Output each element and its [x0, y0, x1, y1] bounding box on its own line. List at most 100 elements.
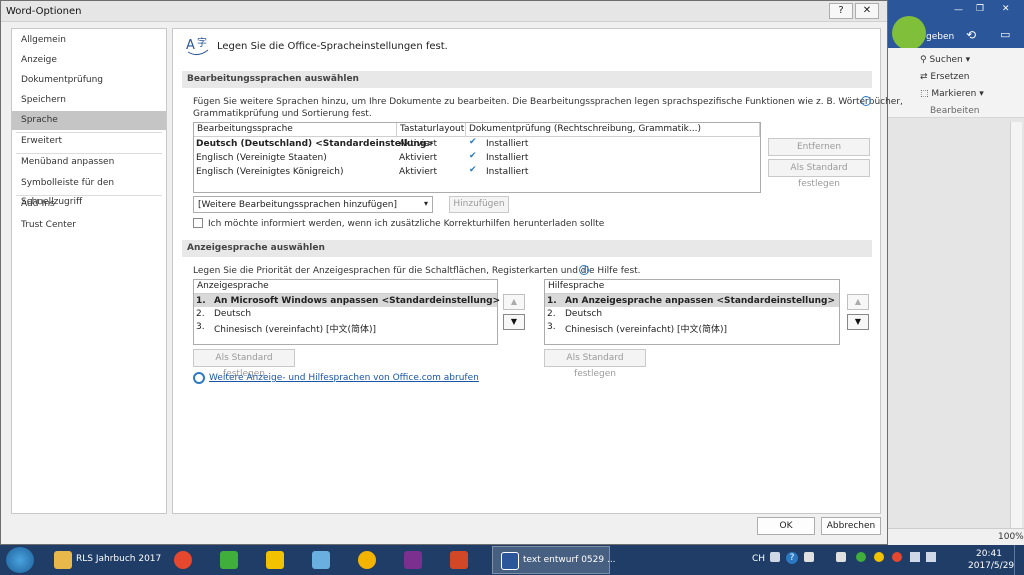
- dialog-title: Word-Optionen: [6, 6, 82, 17]
- display-language-list[interactable]: Anzeigesprache 1. An Microsoft Windows a…: [193, 279, 500, 345]
- replace-icon: ⇄: [920, 72, 931, 82]
- nav-item-schnellzugriff[interactable]: Symbolleiste für den Schnellzugriff: [12, 174, 166, 207]
- taskbar-app-word[interactable]: text entwurf 0529 ...: [492, 546, 616, 574]
- list-item[interactable]: 1. An Anzeigesprache anpassen <Standarde…: [545, 294, 839, 307]
- taskbar-app-label: RLS Jahrbuch 2017: [76, 554, 162, 564]
- help-list-header: Hilfesprache: [545, 280, 839, 294]
- history-icon[interactable]: ⟲: [966, 28, 976, 42]
- taskbar-app-parrot[interactable]: [212, 546, 252, 574]
- table-row[interactable]: Englisch (Vereinigte Staaten) Aktiviert …: [194, 151, 760, 165]
- ok-button[interactable]: OK: [757, 517, 815, 535]
- nav-item-anzeige[interactable]: Anzeige: [12, 51, 166, 70]
- add-language-dropdown[interactable]: [Weitere Bearbeitungssprachen hinzufügen…: [193, 196, 433, 213]
- nav-item-add-ins[interactable]: Add-Ins: [12, 195, 166, 214]
- list-item-label: Chinesisch (vereinfacht) [中文(简体)]: [565, 325, 728, 335]
- info-icon[interactable]: i: [861, 96, 871, 106]
- set-default-editing-button[interactable]: Als Standard festlegen: [768, 159, 870, 189]
- set-default-help-button[interactable]: Als Standard festlegen: [544, 349, 646, 379]
- taskbar-app-paint[interactable]: [304, 546, 344, 574]
- add-language-button[interactable]: Hinzufügen: [449, 196, 509, 213]
- set-default-display-button[interactable]: Als Standard festlegen: [193, 349, 295, 379]
- tray-icon[interactable]: [874, 552, 884, 562]
- taskbar-app-onenote[interactable]: [396, 546, 436, 574]
- word-close-icon[interactable]: ✕: [1002, 4, 1010, 14]
- table-row[interactable]: Deutsch (Deutschland) <Standardeinstellu…: [194, 137, 760, 151]
- clock-time[interactable]: 20:41: [976, 549, 1002, 559]
- table-row[interactable]: Englisch (Vereinigtes Königreich) Aktivi…: [194, 165, 760, 179]
- folder-icon: [54, 551, 72, 569]
- taskbar-app-chrome[interactable]: [166, 546, 206, 574]
- notify-checkbox-label: Ich möchte informiert werden, wenn ich z…: [208, 219, 605, 229]
- display-move-down-button[interactable]: ▼: [503, 314, 525, 330]
- search-button[interactable]: ⚲ Suchen ▾: [920, 55, 970, 65]
- word-tab-partial[interactable]: geben: [926, 32, 954, 42]
- row-language: Englisch (Vereinigte Staaten): [196, 153, 327, 163]
- list-item[interactable]: 2. Deutsch: [545, 307, 839, 320]
- info-icon[interactable]: i: [579, 265, 589, 275]
- nav-item-sprache[interactable]: Sprache: [12, 111, 166, 130]
- editing-languages-table[interactable]: Bearbeitungssprache Tastaturlayout Dokum…: [193, 122, 761, 193]
- column-header-language[interactable]: Bearbeitungssprache: [194, 123, 397, 137]
- list-item[interactable]: 3. Chinesisch (vereinfacht) [中文(简体)]: [545, 320, 839, 335]
- language-indicator[interactable]: CH: [752, 554, 765, 564]
- start-button[interactable]: [6, 547, 34, 573]
- select-button[interactable]: ⬚ Markieren ▾: [920, 89, 984, 99]
- help-move-up-button[interactable]: ▲: [847, 294, 869, 310]
- word-icon: [501, 552, 519, 570]
- row-keyboard: Aktiviert: [399, 153, 437, 163]
- spellcheck-icon: ✔: [469, 165, 477, 175]
- nav-item-speichern[interactable]: Speichern: [12, 91, 166, 110]
- comment-icon[interactable]: ▭: [1000, 28, 1010, 41]
- help-language-list[interactable]: Hilfesprache 1. An Anzeigesprache anpass…: [544, 279, 840, 345]
- nav-item-allgemein[interactable]: Allgemein: [12, 31, 166, 50]
- taskbar-app-rls-jahrbuch[interactable]: RLS Jahrbuch 2017: [46, 546, 162, 574]
- editing-description-line2: Grammatikprüfung und Sortierung fest.: [193, 109, 372, 119]
- taskbar-app-lightbulb[interactable]: [258, 546, 298, 574]
- nav-item-menueband[interactable]: Menüband anpassen: [12, 153, 166, 172]
- help-tray-icon[interactable]: ?: [786, 552, 798, 564]
- language-settings-icon: A 字: [185, 34, 211, 56]
- taskbar-app-powerpoint[interactable]: [442, 546, 482, 574]
- ribbon-group-label: Bearbeiten: [930, 106, 980, 116]
- ime-icon[interactable]: [770, 552, 780, 562]
- nav-item-dokumentpruefung[interactable]: Dokumentprüfung: [12, 71, 166, 90]
- nav-item-erweitert[interactable]: Erweitert: [12, 132, 166, 151]
- parrot-icon: [220, 551, 238, 569]
- display-move-up-button[interactable]: ▲: [503, 294, 525, 310]
- row-language: Englisch (Vereinigtes Königreich): [196, 167, 344, 177]
- replace-button[interactable]: ⇄ Ersetzen: [920, 72, 970, 82]
- cancel-button[interactable]: Abbrechen: [821, 517, 881, 535]
- display-list-header: Anzeigesprache: [194, 280, 497, 294]
- network-icon[interactable]: [910, 552, 920, 562]
- volume-icon[interactable]: [926, 552, 936, 562]
- tray-icon[interactable]: [804, 552, 814, 562]
- word-minimize-icon[interactable]: —: [954, 5, 963, 15]
- clock-date[interactable]: 2017/5/29: [968, 561, 1014, 571]
- more-languages-link[interactable]: Weitere Anzeige- und Hilfesprachen von O…: [209, 373, 479, 383]
- spellcheck-icon: ✔: [469, 151, 477, 161]
- tray-icon[interactable]: [856, 552, 866, 562]
- help-button[interactable]: ?: [829, 3, 853, 19]
- tray-icon[interactable]: [836, 552, 846, 562]
- vertical-scrollbar[interactable]: [1010, 122, 1022, 528]
- language-settings-panel: A 字 Legen Sie die Office-Spracheinstellu…: [172, 28, 903, 514]
- zoom-level[interactable]: 100%: [998, 532, 1024, 542]
- list-item[interactable]: 2. Deutsch: [194, 307, 497, 320]
- nav-item-trust-center[interactable]: Trust Center: [12, 216, 166, 235]
- remove-language-button[interactable]: Entfernen: [768, 138, 870, 156]
- column-header-keyboard[interactable]: Tastaturlayout: [397, 123, 466, 137]
- triangle-icon: [358, 551, 376, 569]
- show-desktop-button[interactable]: [1014, 545, 1024, 575]
- list-item[interactable]: 3. Chinesisch (vereinfacht) [中文(简体)]: [194, 320, 497, 335]
- list-item-label: Chinesisch (vereinfacht) [中文(简体)]: [214, 325, 377, 335]
- tray-icon[interactable]: [892, 552, 902, 562]
- list-item[interactable]: 1. An Microsoft Windows anpassen <Standa…: [194, 294, 500, 307]
- help-move-down-button[interactable]: ▼: [847, 314, 869, 330]
- column-header-proofing[interactable]: Dokumentprüfung (Rechtschreibung, Gramma…: [466, 123, 760, 137]
- word-maximize-icon[interactable]: ❐: [976, 4, 984, 14]
- close-button[interactable]: ✕: [855, 3, 879, 19]
- taskbar-app-triangle[interactable]: [350, 546, 390, 574]
- word-ribbon-tabs: geben ⟲ ▭: [880, 16, 1024, 50]
- list-item-number: 1.: [547, 296, 557, 306]
- notify-checkbox[interactable]: [193, 218, 203, 228]
